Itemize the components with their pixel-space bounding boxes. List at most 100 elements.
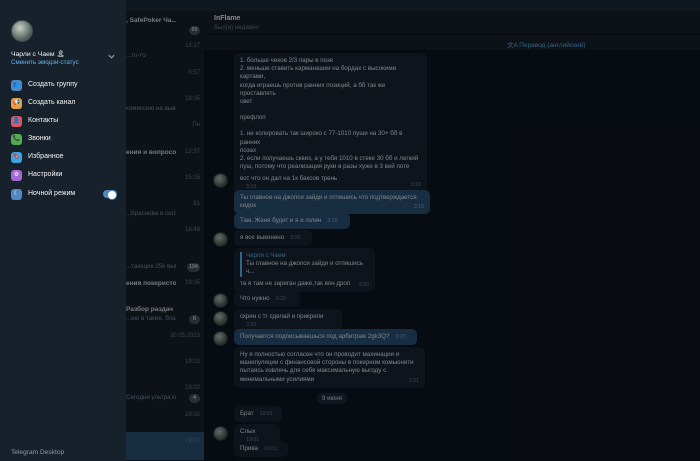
message-text: кидок — [240, 202, 256, 210]
chat-list-time: 13:17 — [184, 43, 200, 50]
menu-item-contact[interactable]: 👤 Контакты — [0, 113, 126, 131]
unread-badge: 4 — [189, 394, 200, 404]
chat-list-snippet: Сегодня ультра короч... — [126, 394, 176, 402]
message-text: 2. меньше ставить карманашки на бордах с… — [240, 65, 397, 81]
message-text: Что нужно — [240, 295, 270, 302]
user-name: Чарли с Чаем 🏝 — [11, 51, 66, 58]
outgoing-message[interactable]: Ты главное на джопси зайди и отпишись чт… — [234, 190, 430, 215]
message-time: 3:21 — [408, 377, 419, 384]
translate-icon: 文A — [507, 42, 520, 49]
chat-list-snippet: ...тающих 25k выбить... — [126, 262, 176, 270]
unread-badge: 69 — [189, 26, 200, 35]
incoming-message[interactable]: Брат 19:01 — [234, 406, 282, 423]
message-text: свет — [240, 98, 253, 106]
menu-item-label: Настройки — [28, 171, 63, 178]
message-time: 19:01 — [264, 446, 278, 452]
message-time: 3:19 — [413, 204, 424, 211]
message-text: я все выкинено — [240, 234, 285, 241]
message-time: 19:01 — [259, 411, 273, 417]
incoming-message[interactable]: Что нужно 3:20 — [234, 291, 300, 308]
message-text: 2. если получаешь сквиз, а у тебя 1010 в… — [240, 155, 419, 163]
chat-list-time: 19:02 — [184, 385, 200, 392]
telegram-window: , SafePoker Ча... 69 ...то-то 13:17 0:57 коми… — [0, 0, 700, 461]
chat-header[interactable]: InFlame был(а) недавно — [204, 11, 700, 35]
menu-item-group[interactable]: 👥 Создать группу — [0, 77, 126, 95]
quote-author: Чарли с Чаем — [246, 252, 286, 259]
menu-item-bookmark[interactable]: 🔖 Избранное — [0, 149, 126, 167]
phone-icon: 📞 — [11, 134, 22, 145]
incoming-message[interactable]: Прива 19:01 — [234, 441, 288, 458]
emoji-status-link[interactable]: Сменить эмодзи-статус — [11, 59, 79, 66]
chat-title: InFlame — [214, 15, 241, 22]
unread-badge: 6 — [189, 315, 200, 325]
translate-bar: 文A Перевод (английский) — [204, 35, 700, 51]
message-time: 3:20 — [290, 235, 301, 241]
incoming-message[interactable]: Ну я полностью согласен что он проводит … — [234, 347, 425, 388]
chat-list-time: 15:15 — [184, 174, 200, 181]
outgoing-message[interactable]: Получается подписываешься под арбитраж 2… — [234, 329, 417, 346]
quote-text: Ты главное на джопси зайди и отпишись ч.… — [246, 260, 363, 276]
translate-label: Перевод (английский) — [519, 42, 586, 49]
moon-icon: ☾ — [11, 189, 22, 200]
message-time: 3:20 — [275, 296, 286, 302]
message-text: Там. Женя будет и я и голин — [240, 217, 322, 224]
avatar[interactable] — [213, 173, 228, 188]
chat-list-time: 19:02 — [184, 358, 200, 365]
message-text — [240, 122, 421, 130]
message-text: пытаясь извлечь для себя максимальную вы… — [240, 367, 387, 375]
message-time: 3:20 — [358, 281, 369, 288]
translate-button[interactable]: 文A Перевод (английский) — [507, 39, 585, 49]
message-area[interactable]: 9 июня 1. больше чеков 2/3 пары в позе 2.… — [204, 51, 700, 461]
megaphone-icon: 📢 — [11, 98, 22, 109]
menu-item-label: Ночной режим — [28, 190, 76, 197]
message-text: Ну я полностью согласен что он проводит … — [240, 351, 400, 358]
message-text: манипуляции с финансовой стороны в покер… — [240, 359, 414, 367]
menu-item-label: Создать группу — [28, 81, 78, 88]
chevron-down-icon[interactable] — [107, 52, 116, 61]
chat-list-snippet: ...ию в такие, бла... — [126, 315, 176, 323]
chat-list-snippet: ...то-то — [126, 52, 146, 60]
unread-badge: 194 — [186, 262, 200, 272]
avatar[interactable] — [213, 232, 228, 247]
incoming-message[interactable]: я все выкинено 3:20 — [234, 230, 312, 247]
night-mode-toggle[interactable] — [103, 190, 117, 200]
menu-item-moon[interactable]: ☾ Ночной режим — [0, 186, 126, 204]
message-text: позах — [240, 146, 257, 154]
outgoing-message[interactable]: Там. Женя будет и я и голин 3:19 — [234, 213, 350, 230]
menu-item-gear[interactable]: ⚙ Настройки — [0, 167, 126, 185]
reply-quote[interactable]: Чарли с Чаем Ты главное на джопси зайди и… — [240, 252, 369, 277]
chat-list-snippet: ...Краснова и сегодн... — [126, 210, 176, 218]
avatar[interactable] — [213, 426, 228, 441]
bookmark-icon: 🔖 — [11, 152, 22, 163]
message-text: вот что он дал на 1к баксов трень — [240, 175, 338, 182]
chat-list-time: 0:57 — [188, 69, 200, 76]
message-text: префлоп — [240, 114, 266, 122]
gear-icon: ⚙ — [11, 170, 22, 181]
avatar[interactable] — [213, 331, 228, 346]
chat-list-title: ения покеристов) — [126, 280, 176, 287]
menu-item-megaphone[interactable]: 📢 Создать канал — [0, 95, 126, 113]
app-name: Telegram Desktop — [11, 449, 65, 456]
message-text: Прива — [240, 445, 259, 452]
message-text: скрин с тг сделай и прикрепи — [240, 313, 324, 320]
avatar[interactable] — [11, 20, 33, 42]
message-time: 3:19 — [327, 218, 338, 224]
date-chip: 9 июня — [317, 393, 347, 404]
chat-list-snippet: комиссию на вывод... — [126, 104, 176, 112]
avatar[interactable] — [213, 293, 228, 308]
chat-list-time: 19:02 — [184, 437, 200, 444]
group-icon: 👥 — [11, 80, 22, 91]
chat-list-title: , SafePoker Ча... — [126, 17, 176, 24]
avatar[interactable] — [213, 311, 228, 326]
message-text: Брат — [240, 410, 254, 417]
menu-item-phone[interactable]: 📞 Звонки — [0, 131, 126, 149]
chat-list-time: 18:48 — [184, 227, 200, 234]
message-text: когда играешь против ранних позиций, а б… — [240, 81, 386, 97]
chat-list-time: 19:02 — [184, 411, 200, 418]
message-text: 1. больше чеков 2/3 пары в позе — [240, 57, 334, 64]
chat-list-title: Разбор раздач — [126, 306, 174, 314]
chat-list-time: 81 — [193, 201, 200, 208]
message-text — [240, 106, 421, 114]
message-text: Слых — [240, 428, 256, 435]
incoming-message[interactable]: Чарли с Чаем Ты главное на джопси зайди и… — [234, 248, 375, 292]
